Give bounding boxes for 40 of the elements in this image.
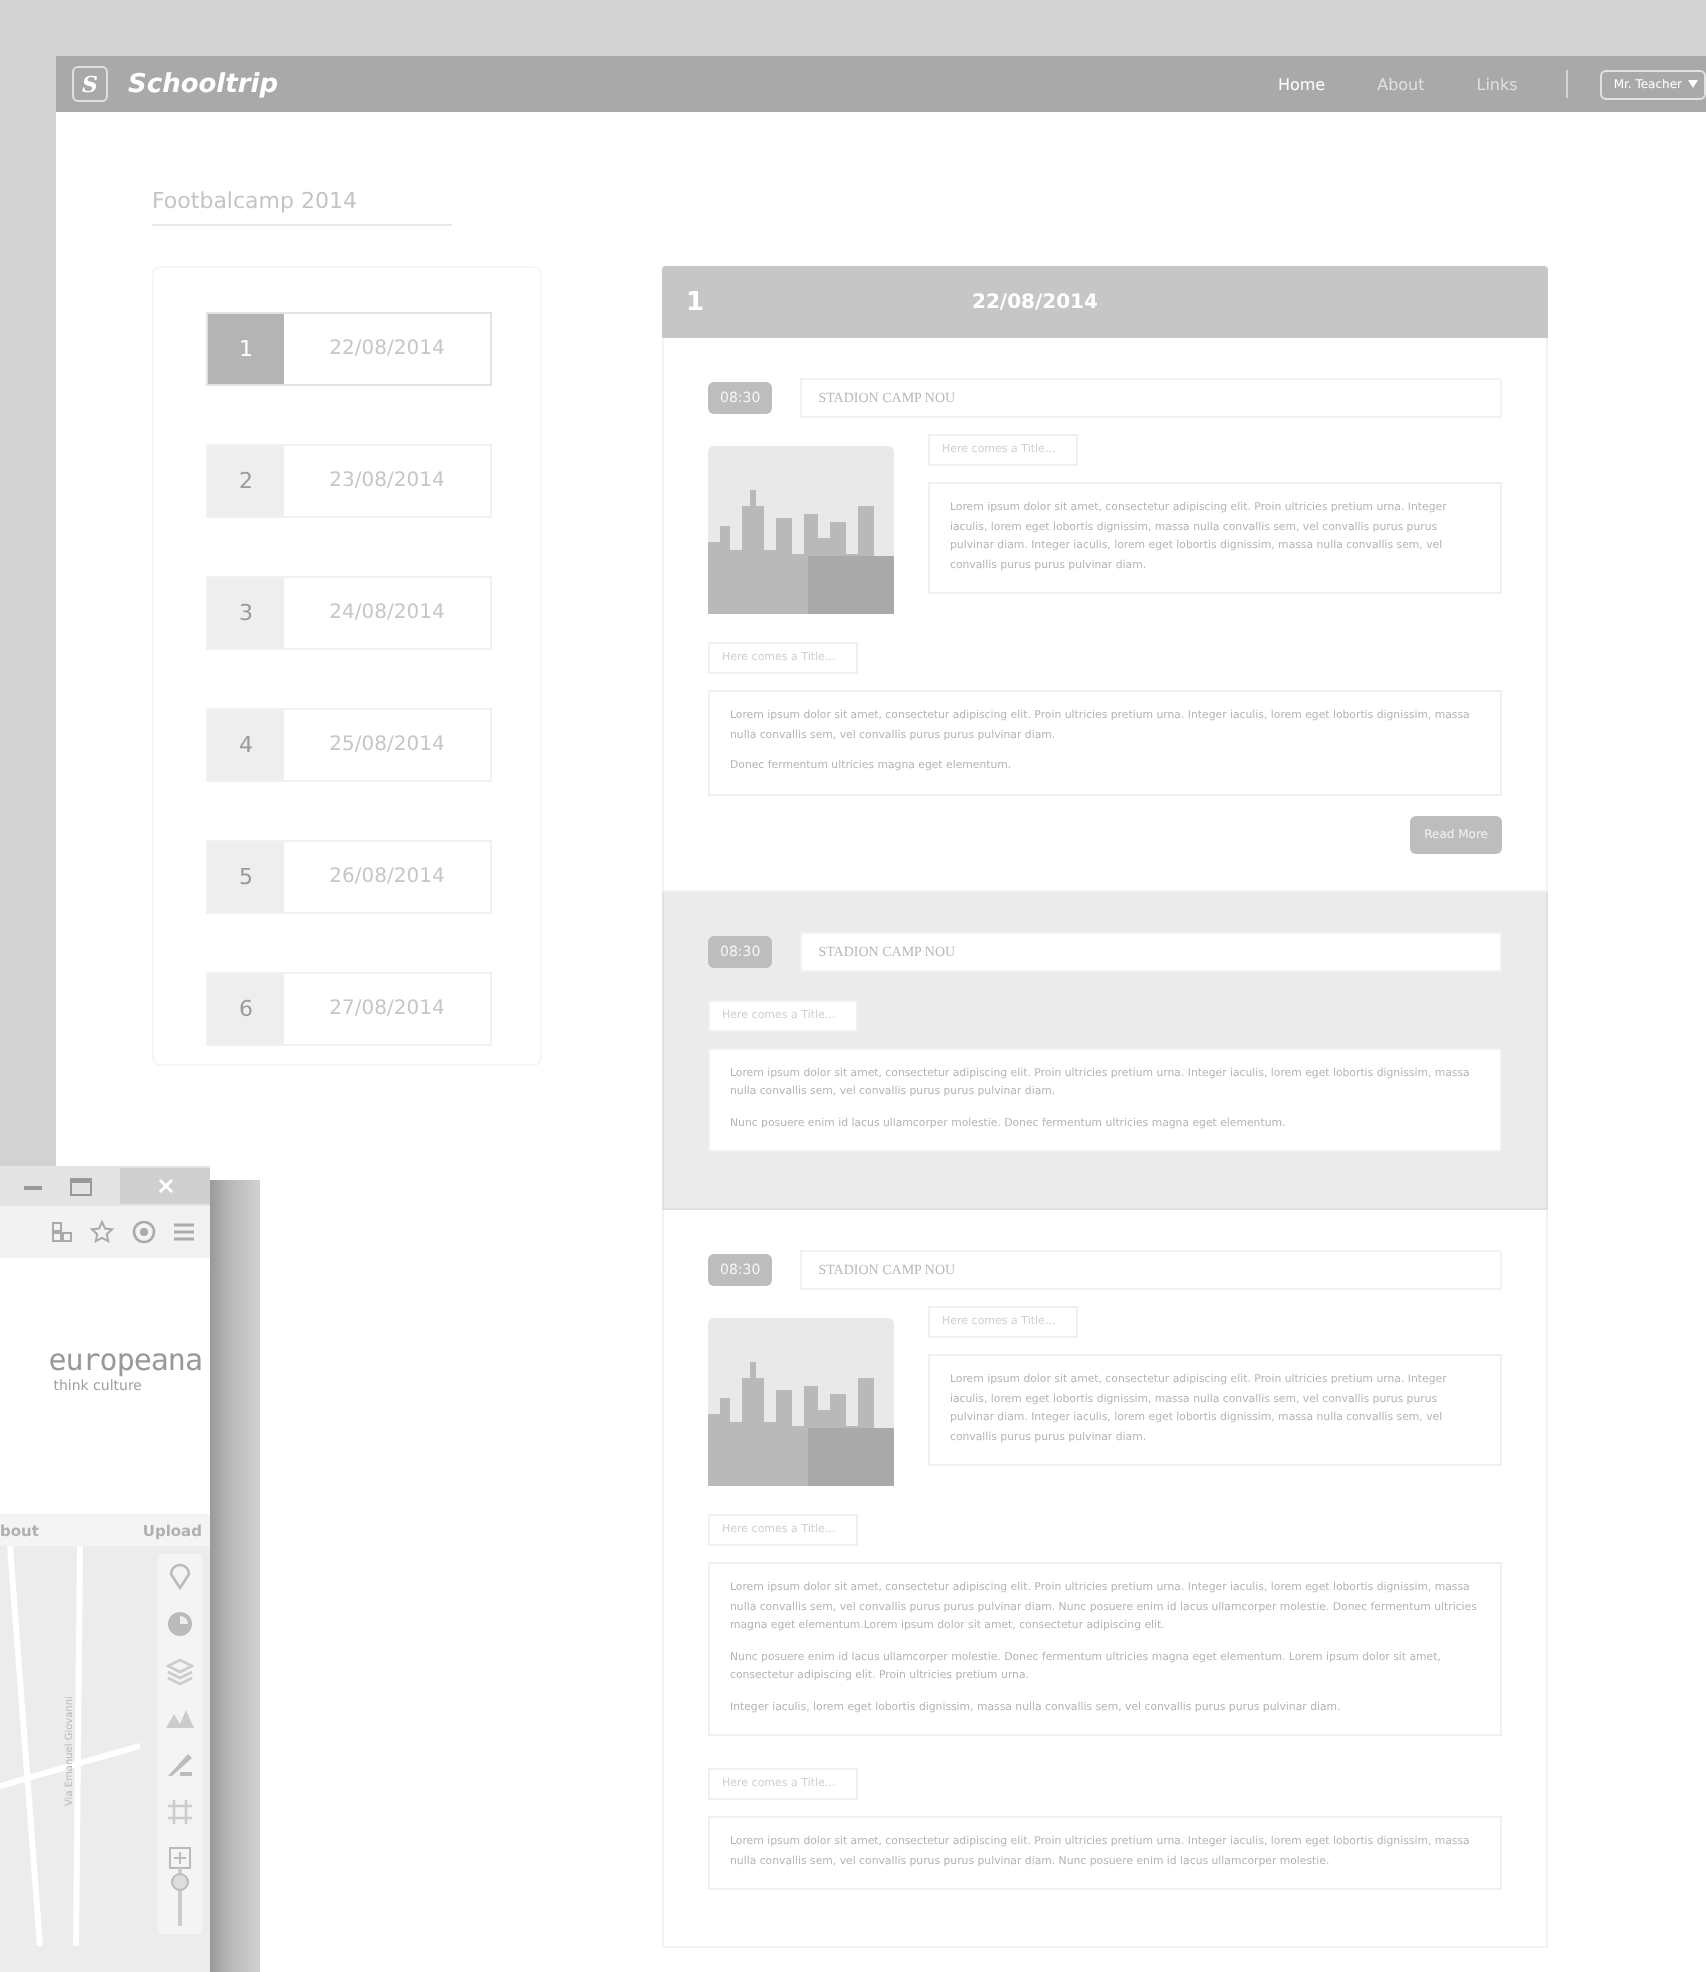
day-number: 1	[208, 314, 284, 384]
brand-name[interactable]: Schooltrip	[128, 69, 279, 99]
minimize-icon[interactable]	[24, 1183, 42, 1189]
page-title: Footbalcamp 2014	[152, 188, 452, 226]
maximize-icon[interactable]	[70, 1177, 92, 1195]
day-date: 23/08/2014	[327, 468, 447, 496]
site-logo-text[interactable]: europeana	[48, 1342, 202, 1378]
layers-icon[interactable]	[166, 1658, 194, 1686]
day-date: 25/08/2014	[327, 732, 447, 760]
day-number: 2	[208, 446, 284, 516]
day-date: 22/08/2014	[972, 291, 1098, 313]
close-button[interactable]	[120, 1168, 210, 1204]
grid-icon[interactable]	[166, 1798, 194, 1826]
day-item[interactable]: 5 26/08/2014	[206, 840, 492, 914]
menu-icon[interactable]	[174, 1222, 194, 1242]
caret-icon	[1688, 80, 1698, 88]
terrain-icon[interactable]	[166, 1706, 194, 1730]
day-item[interactable]: 1 22/08/2014	[206, 312, 492, 386]
day-date: 22/08/2014	[327, 336, 447, 364]
day-item[interactable]: 3 24/08/2014	[206, 576, 492, 650]
day-number: 4	[208, 710, 284, 780]
day-date: 27/08/2014	[327, 996, 447, 1024]
nav-link[interactable]: Home	[1277, 75, 1326, 93]
day-item[interactable]: 2 23/08/2014	[206, 444, 492, 518]
logo-badge[interactable]: S	[72, 66, 108, 102]
day-number: 1	[684, 287, 707, 317]
day-item[interactable]: 6 27/08/2014	[206, 972, 492, 1046]
day-number: 6	[208, 974, 284, 1044]
circle-icon[interactable]	[132, 1220, 156, 1244]
zoom-slider-icon[interactable]	[168, 1846, 192, 1926]
close-icon	[157, 1178, 173, 1194]
day-date: 26/08/2014	[327, 864, 447, 892]
pencil-icon[interactable]	[166, 1750, 194, 1778]
day-number: 3	[208, 578, 284, 648]
day-date: 24/08/2014	[327, 600, 447, 628]
day-number: 5	[208, 842, 284, 912]
pin-icon[interactable]	[168, 1562, 192, 1590]
day-item[interactable]: 4 25/08/2014	[206, 708, 492, 782]
extension-icon[interactable]	[52, 1222, 72, 1242]
star-icon[interactable]	[90, 1220, 114, 1244]
